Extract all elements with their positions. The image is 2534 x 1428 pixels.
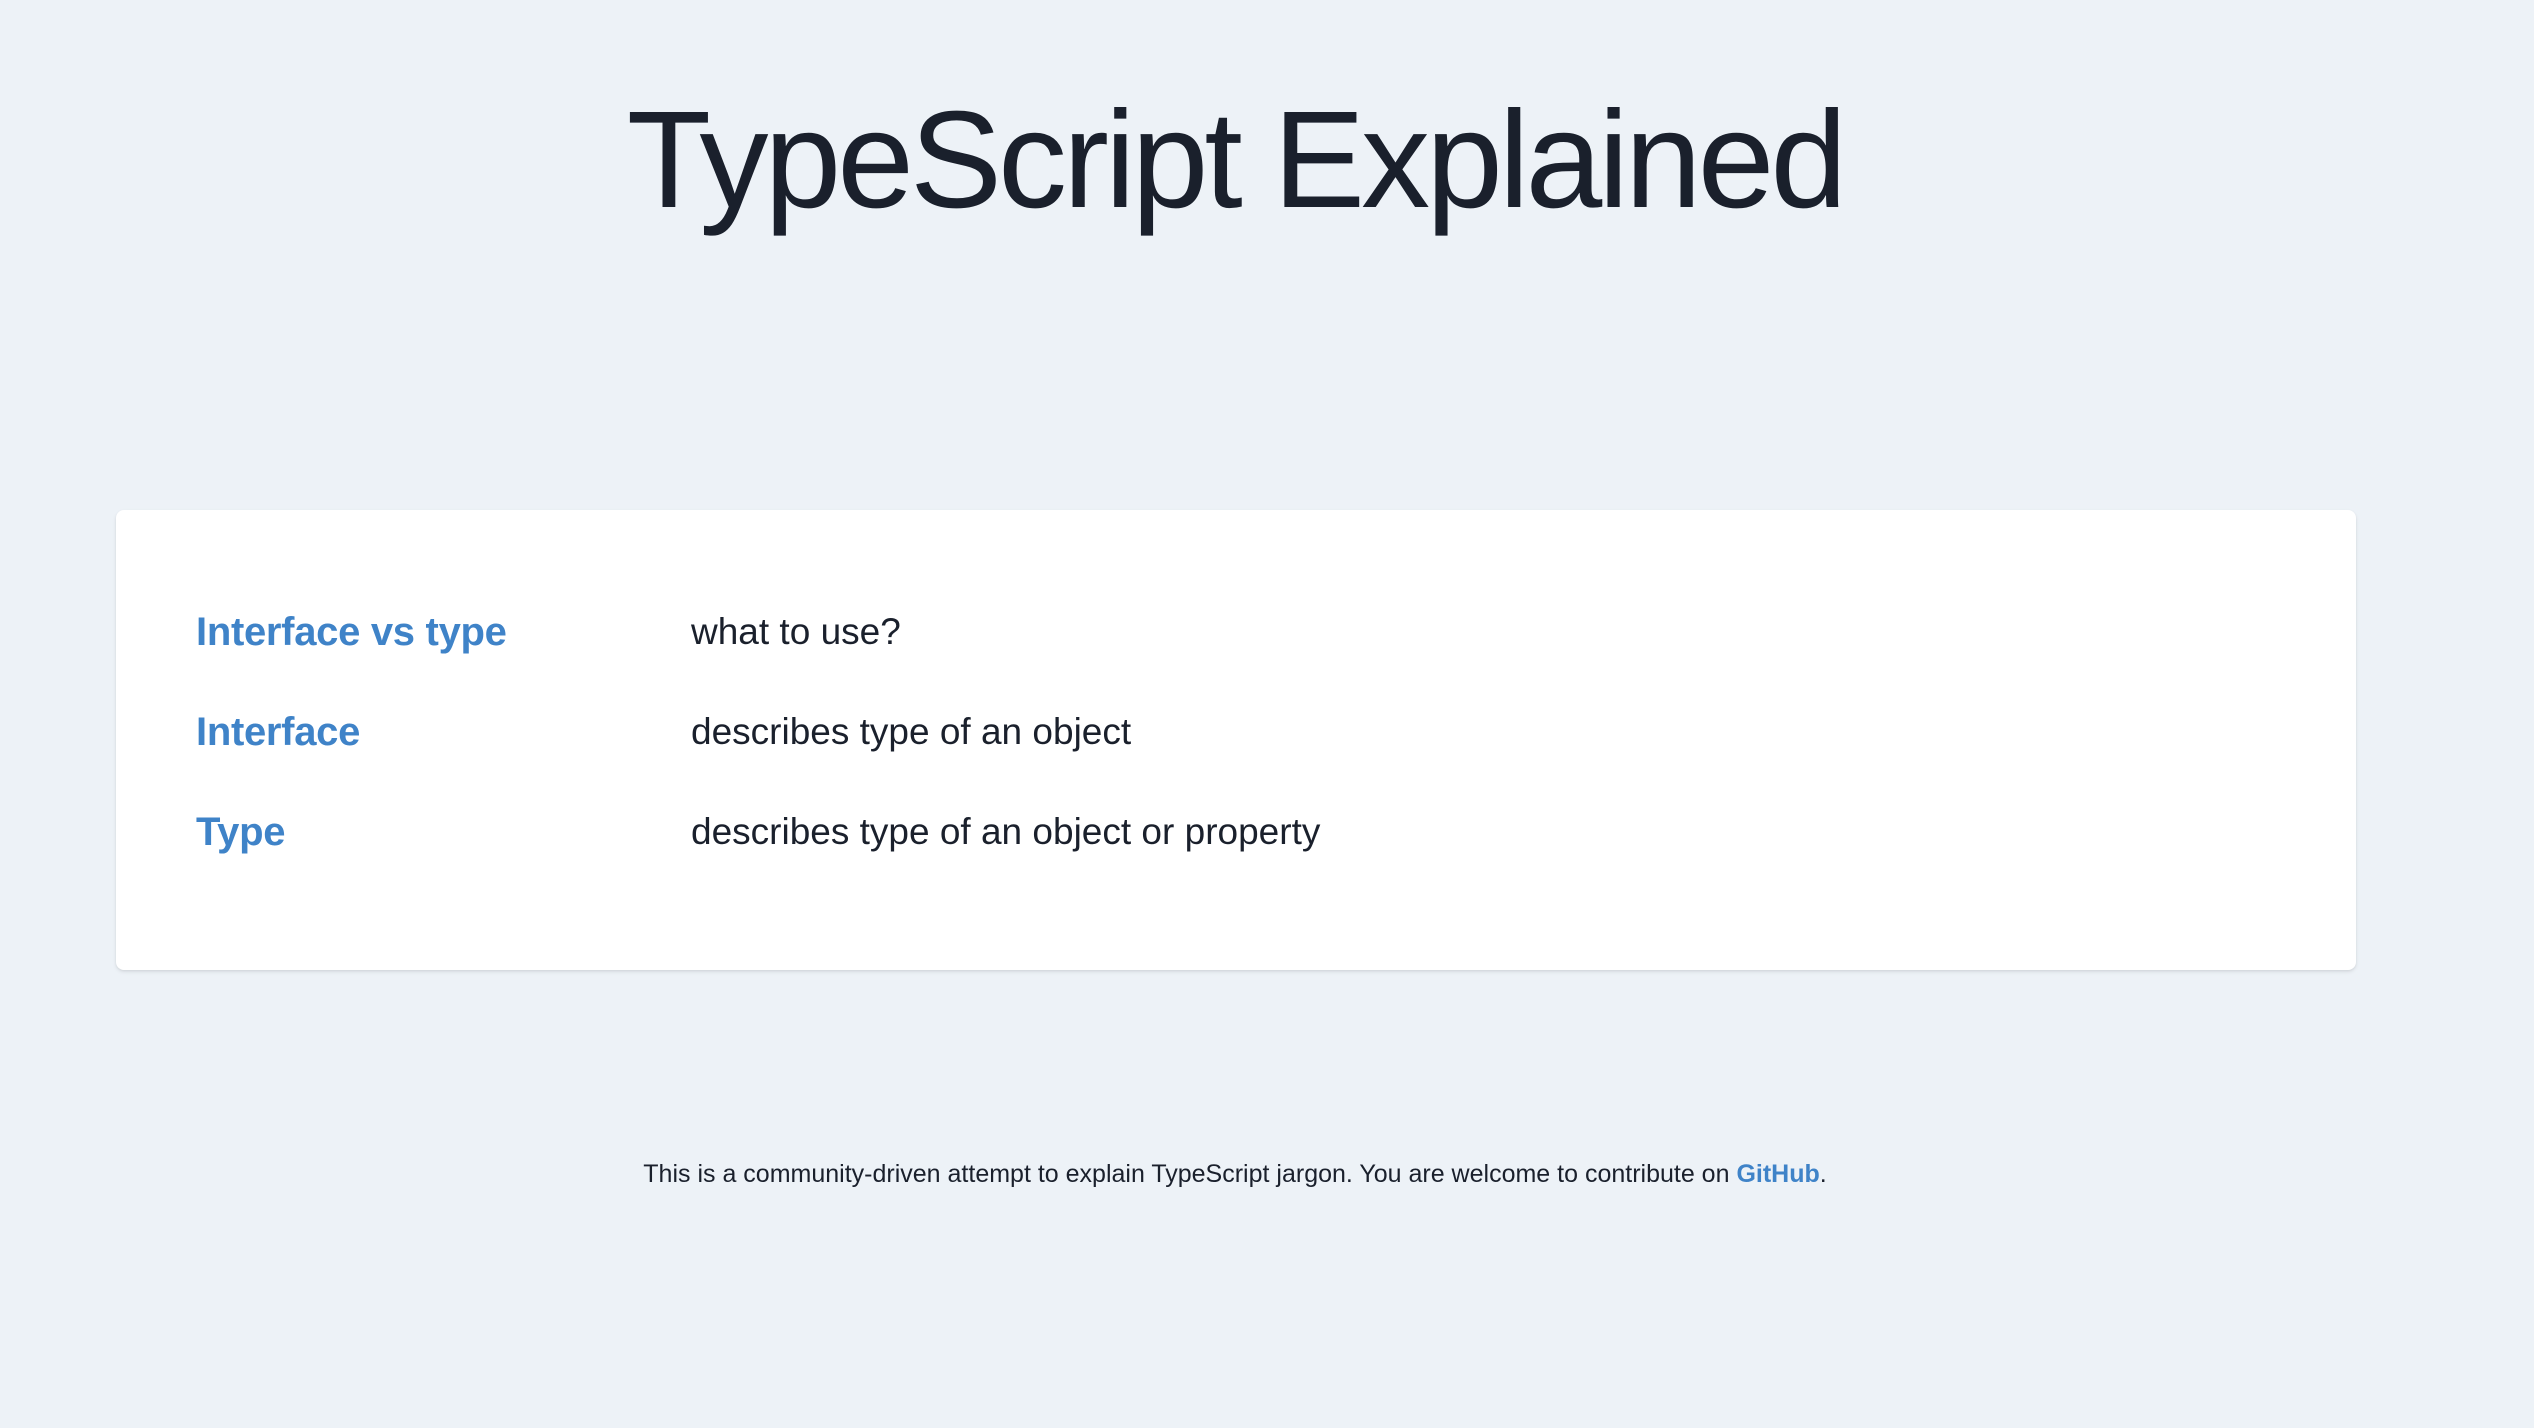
term-description: what to use? xyxy=(691,611,901,652)
github-link[interactable]: GitHub xyxy=(1736,1160,1819,1188)
footer-text: This is a community-driven attempt to ex… xyxy=(643,1160,1737,1188)
glossary-row-type: Type describes type of an object or prop… xyxy=(196,782,2356,882)
footer-note: This is a community-driven attempt to ex… xyxy=(0,1160,2470,1189)
footer-period: . xyxy=(1819,1160,1827,1188)
term-link-interface-vs-type[interactable]: Interface vs type xyxy=(196,610,691,655)
term-link-type[interactable]: Type xyxy=(196,810,691,855)
glossary-row-interface: Interface describes type of an object xyxy=(196,682,2356,782)
term-link-interface[interactable]: Interface xyxy=(196,710,691,755)
term-description: describes type of an object xyxy=(691,711,1132,752)
glossary-row-interface-vs-type: Interface vs type what to use? xyxy=(196,582,2356,682)
page-title: TypeScript Explained xyxy=(626,83,1847,237)
glossary-card: Interface vs type what to use? Interface… xyxy=(116,510,2356,970)
term-description: describes type of an object or property xyxy=(691,811,1321,852)
